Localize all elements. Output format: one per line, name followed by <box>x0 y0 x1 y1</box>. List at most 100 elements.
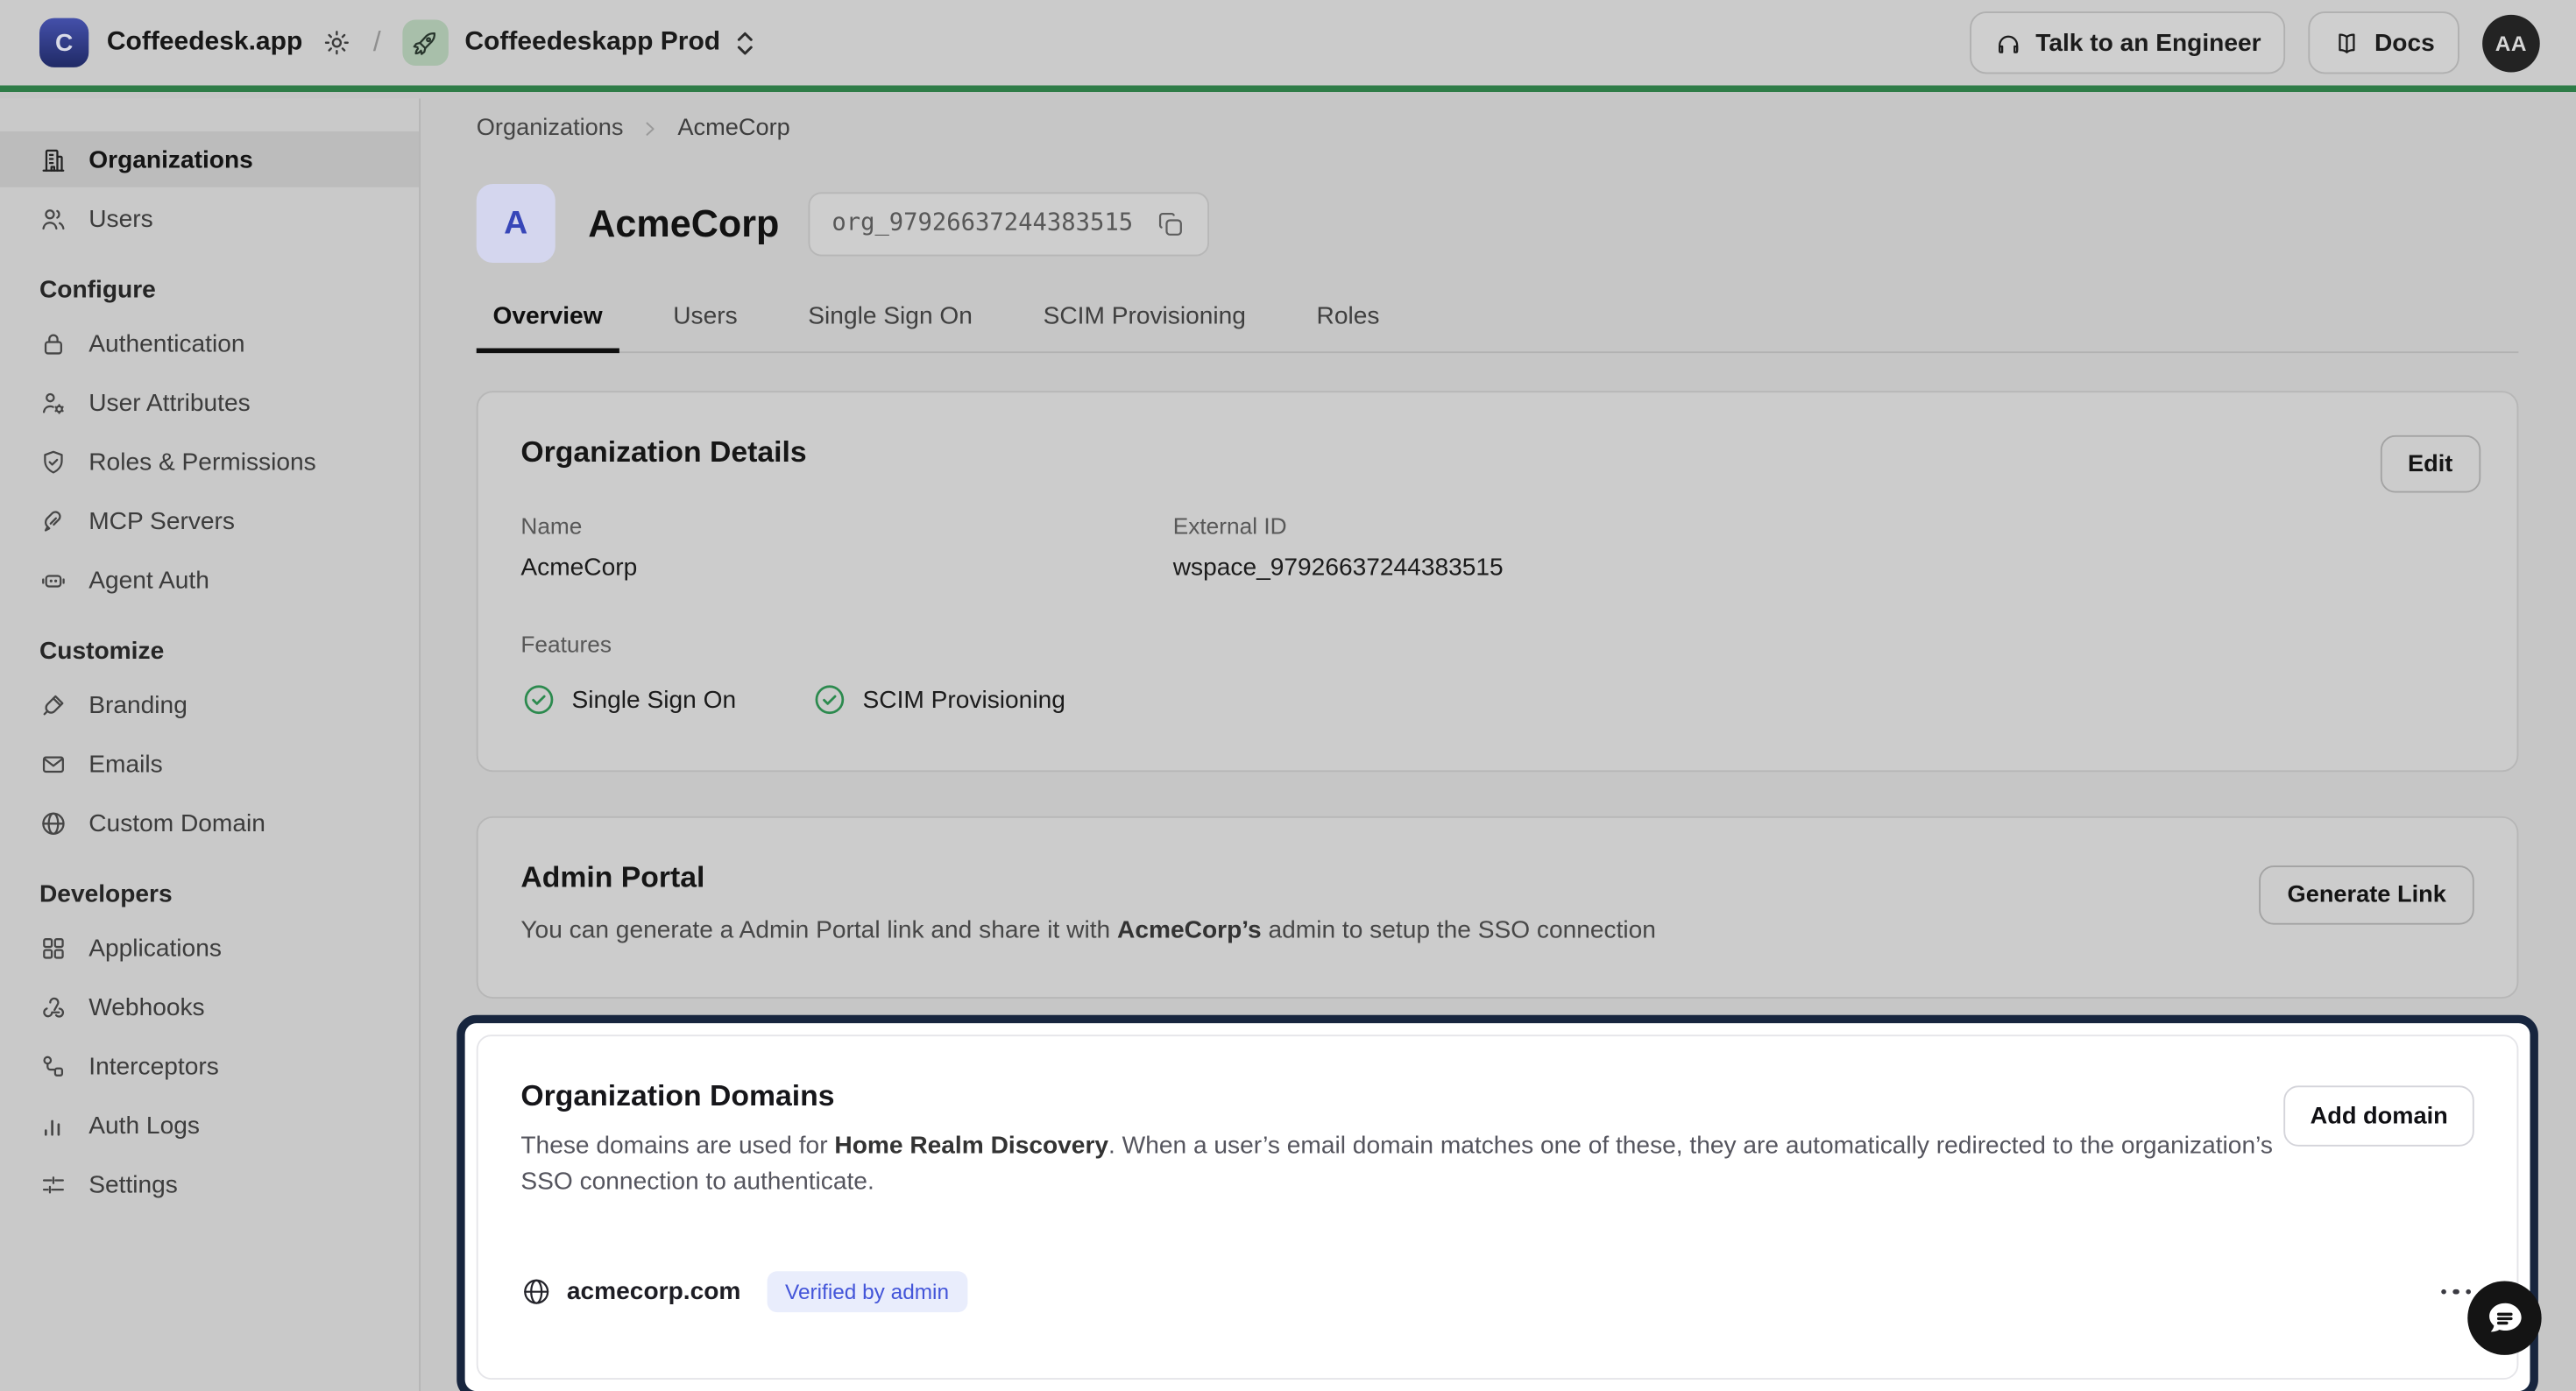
sidebar-item-label: Interceptors <box>88 1052 219 1080</box>
sidebar-item-agent-auth[interactable]: Agent Auth <box>0 552 419 608</box>
domains-description: These domains are used for Home Realm Di… <box>520 1128 2319 1199</box>
user-avatar[interactable]: AA <box>2482 14 2540 72</box>
docs-label: Docs <box>2374 29 2435 57</box>
breadcrumb-chevron-icon <box>640 117 661 138</box>
sidebar-item-label: User Attributes <box>88 388 250 416</box>
domains-list: acmecorp.com Verified by admin <box>520 1271 2473 1312</box>
sidebar-section: Organizations Users <box>0 131 419 246</box>
sidebar-section-items: Applications Webhooks Interceptors Auth … <box>0 920 419 1212</box>
environment-selector-label[interactable]: Coffeedeskapp Prod <box>464 28 720 58</box>
shield-check-icon <box>39 448 67 476</box>
tab-roles[interactable]: Roles <box>1300 302 1396 351</box>
topbar: C Coffeedesk.app / Coffeedeskapp Prod Ta… <box>0 0 2576 92</box>
sidebar-item-label: Branding <box>88 690 188 718</box>
sidebar-item-authentication[interactable]: Authentication <box>0 315 419 371</box>
users-icon <box>39 204 67 232</box>
sidebar-item-user-attributes[interactable]: User Attributes <box>0 375 419 431</box>
talk-to-engineer-button[interactable]: Talk to an Engineer <box>1970 11 2285 74</box>
tab-overview[interactable]: Overview <box>477 302 619 351</box>
sidebar-item-label: Applications <box>88 934 222 962</box>
sidebar-section-heading: Configure <box>0 276 419 304</box>
sidebar-section: Configure Authentication User Attributes… <box>0 276 419 608</box>
grid-icon <box>39 934 67 962</box>
details-fields: Name AcmeCorp External ID wspace_9792663… <box>520 512 2473 582</box>
app-root: C Coffeedesk.app / Coffeedeskapp Prod Ta… <box>0 0 2576 1391</box>
bars-icon <box>39 1111 67 1139</box>
headphones-icon <box>1994 29 2022 57</box>
tab-scim-provisioning[interactable]: SCIM Provisioning <box>1027 302 1263 351</box>
sidebar-item-branding[interactable]: Branding <box>0 677 419 733</box>
globe-icon <box>520 1276 552 1308</box>
name-value: AcmeCorp <box>520 554 1172 582</box>
app-logo: C <box>39 18 88 67</box>
sidebar-section-items: Authentication User Attributes Roles & P… <box>0 315 419 608</box>
docs-button[interactable]: Docs <box>2309 11 2459 74</box>
copy-icon[interactable] <box>1154 208 1185 239</box>
sidebar-item-label: Users <box>88 204 152 232</box>
sidebar-item-organizations[interactable]: Organizations <box>0 131 419 187</box>
sidebar-section-items: Organizations Users <box>0 131 419 246</box>
tab-users[interactable]: Users <box>656 302 754 351</box>
interceptor-icon <box>39 1052 67 1080</box>
talk-to-engineer-label: Talk to an Engineer <box>2035 29 2261 57</box>
org-id-pill: org_97926637244383515 <box>809 191 1208 255</box>
organizations-icon <box>39 145 67 173</box>
features-row: Single Sign On SCIM Provisioning <box>520 681 2473 717</box>
sidebar-item-label: Organizations <box>88 145 253 173</box>
sidebar-item-settings[interactable]: Settings <box>0 1156 419 1212</box>
sidebar-item-custom-domain[interactable]: Custom Domain <box>0 795 419 851</box>
domain-menu-ellipsis-icon[interactable] <box>2438 1279 2474 1304</box>
organization-domains-card: Organization Domains Add domain These do… <box>477 1034 2519 1380</box>
chat-bubble-icon <box>2483 1296 2526 1339</box>
envelope-icon <box>39 750 67 778</box>
edit-button[interactable]: Edit <box>2380 435 2480 493</box>
sidebar-item-users[interactable]: Users <box>0 191 419 247</box>
admin-portal-card: Admin Portal Generate Link You can gener… <box>477 816 2519 999</box>
details-card-title: Organization Details <box>520 435 2473 470</box>
feature-label: SCIM Provisioning <box>863 686 1065 714</box>
external-id-value: wspace_97926637244383515 <box>1173 554 2474 582</box>
add-domain-button[interactable]: Add domain <box>2284 1085 2474 1146</box>
check-circle-icon <box>520 681 556 717</box>
environment-rocket-icon <box>402 20 449 67</box>
topbar-actions: Talk to an Engineer Docs AA <box>1970 11 2540 74</box>
chat-widget-button[interactable] <box>2467 1282 2541 1355</box>
main-area: Organizations AcmeCorp A AcmeCorp org_97… <box>421 99 2576 1391</box>
tour-highlight-frame: Organization Domains Add domain These do… <box>456 1015 2538 1391</box>
feature-item: Single Sign On <box>520 681 736 717</box>
sidebar-item-label: Roles & Permissions <box>88 448 315 476</box>
organization-details-card: Organization Details Edit Name AcmeCorp … <box>477 391 2519 772</box>
check-circle-icon <box>811 681 847 717</box>
sidebar-item-emails[interactable]: Emails <box>0 736 419 792</box>
sidebar-item-label: Agent Auth <box>88 566 209 594</box>
sidebar-item-roles-permissions[interactable]: Roles & Permissions <box>0 434 419 490</box>
sidebar-section-heading: Customize <box>0 638 419 666</box>
sidebar-item-label: MCP Servers <box>88 506 235 534</box>
sidebar-item-label: Auth Logs <box>88 1111 200 1139</box>
globe-icon <box>39 808 67 837</box>
environment-selector-chevrons-icon[interactable] <box>735 29 756 57</box>
sidebar-item-interceptors[interactable]: Interceptors <box>0 1038 419 1094</box>
sidebar-item-mcp-servers[interactable]: MCP Servers <box>0 493 419 549</box>
admin-portal-description: You can generate a Admin Portal link and… <box>520 914 2246 948</box>
domain-name: acmecorp.com <box>567 1278 741 1306</box>
sliders-icon <box>39 1170 67 1198</box>
sidebar-item-webhooks[interactable]: Webhooks <box>0 979 419 1035</box>
breadcrumb-slash: / <box>373 26 381 60</box>
admin-portal-title: Admin Portal <box>520 861 2473 895</box>
tab-single-sign-on[interactable]: Single Sign On <box>792 302 989 351</box>
org-avatar: A <box>477 184 556 263</box>
sidebar-item-applications[interactable]: Applications <box>0 920 419 976</box>
workspace-settings-gear-icon[interactable] <box>322 28 352 58</box>
org-header: A AcmeCorp org_97926637244383515 <box>477 184 2519 263</box>
generate-link-button[interactable]: Generate Link <box>2260 865 2474 925</box>
paintbrush-icon <box>39 690 67 718</box>
domains-card-title: Organization Domains <box>520 1079 2473 1113</box>
sidebar-item-auth-logs[interactable]: Auth Logs <box>0 1098 419 1154</box>
org-id-value: org_97926637244383515 <box>832 210 1133 237</box>
breadcrumb-organizations-link[interactable]: Organizations <box>477 115 624 141</box>
app-logo-letter: C <box>55 29 73 57</box>
page-title: AcmeCorp <box>588 201 779 246</box>
user-gear-icon <box>39 388 67 416</box>
sidebar-section: Developers Applications Webhooks Interce… <box>0 880 419 1212</box>
